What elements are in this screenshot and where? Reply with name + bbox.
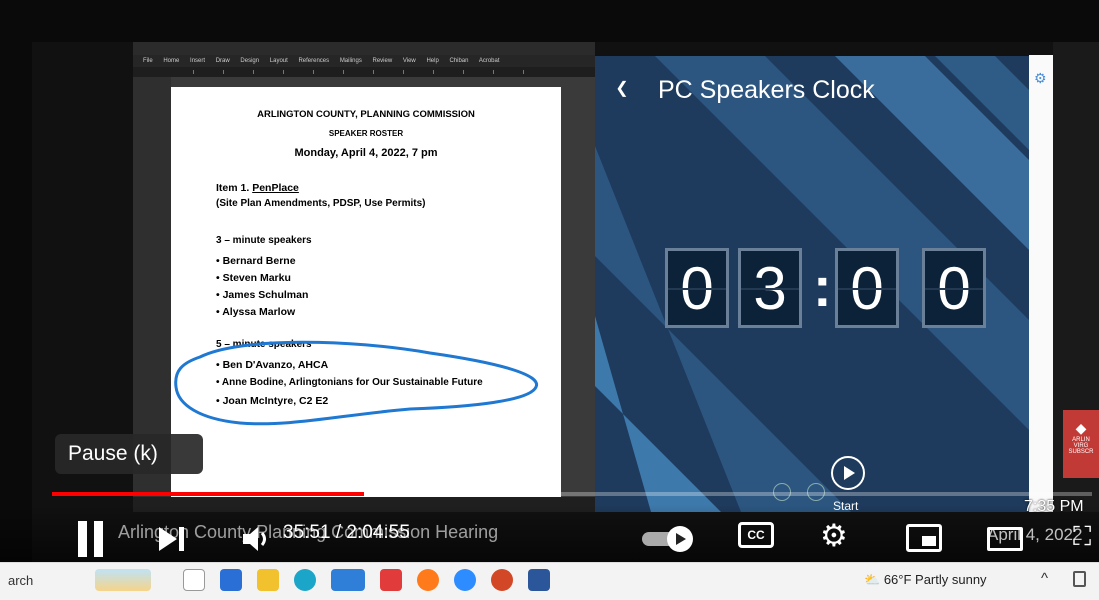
word-icon[interactable] <box>528 569 550 591</box>
video-player[interactable]: File Home Insert Draw Design Layout Refe… <box>0 0 1099 562</box>
doc-item-title: Item 1. <box>216 182 250 194</box>
back-arrow-icon[interactable]: ❮ <box>613 80 631 98</box>
doc-roster-heading: SPEAKER ROSTER <box>328 129 404 138</box>
ribbon-tab: Review <box>372 58 393 64</box>
widgets-icon[interactable] <box>220 569 242 591</box>
volume-button[interactable] <box>240 521 274 557</box>
speaker-item: Steven Marku <box>216 272 291 284</box>
timer-digit: 0 <box>922 248 986 328</box>
weather-text: 66°F Partly sunny <box>883 572 987 587</box>
doc-date: Monday, April 4, 2022, 7 pm <box>294 147 438 159</box>
doc-three-min-heading: 3 – minute speakers <box>216 235 312 246</box>
mail-icon[interactable] <box>331 569 365 591</box>
speaker-item: James Schulman <box>216 289 309 301</box>
timer-colon: : <box>813 255 832 318</box>
settings-gear-icon[interactable]: ⚙ <box>820 518 848 554</box>
autoplay-toggle[interactable] <box>640 524 698 554</box>
word-ruler <box>133 67 595 77</box>
doc-item-name: PenPlace <box>252 182 299 194</box>
speaker-item: Bernard Berne <box>216 255 296 267</box>
speakers-clock-app: ❮ PC Speakers Clock 0 3 : 0 0 Start <box>595 42 1055 512</box>
timer-digit: 0 <box>665 248 729 328</box>
blue-annotation-circle <box>174 340 538 426</box>
ribbon-tab: View <box>402 58 416 64</box>
clock-gear-icon[interactable]: ⚙ <box>1034 70 1047 87</box>
ribbon-tab: Layout <box>269 58 288 64</box>
theater-mode-button[interactable] <box>987 527 1023 551</box>
arlington-channel-logo: ◆ ARLIN VIRG SUBSCR <box>1063 410 1099 478</box>
next-button[interactable] <box>155 521 189 557</box>
start-play-icon[interactable] <box>831 456 865 490</box>
zoom-icon[interactable] <box>454 569 476 591</box>
video-left-letterbox <box>0 42 32 562</box>
ribbon-tab: Acrobat <box>478 58 500 64</box>
clock-app-title: PC Speakers Clock <box>658 76 875 104</box>
time-display: 35:51 / 2:04:55 <box>283 522 410 543</box>
captions-button[interactable]: CC <box>738 522 774 548</box>
show-hidden-icons-chevron[interactable]: ^ <box>1041 570 1048 587</box>
document-page: ARLINGTON COUNTY, PLANNING COMMISSION SP… <box>171 87 561 497</box>
weather-widget[interactable]: ⛅ 66°F Partly sunny <box>864 572 987 588</box>
timer-digit: 0 <box>835 248 899 328</box>
file-explorer-icon[interactable] <box>257 569 279 591</box>
speaker-item: Alyssa Marlow <box>216 306 295 318</box>
clock-settings-strip <box>1029 55 1053 512</box>
taskbar-search-text[interactable]: arch <box>8 573 33 588</box>
pause-tooltip: Pause (k) <box>55 434 203 474</box>
edge-icon[interactable] <box>294 569 316 591</box>
ribbon-tab: Insert <box>190 58 206 64</box>
next-icon <box>159 527 184 551</box>
ribbon-tab: References <box>298 58 330 64</box>
fullscreen-icon[interactable]: ⛶ <box>1073 521 1091 553</box>
ribbon-tab: File <box>143 58 153 64</box>
doc-item-sub: (Site Plan Amendments, PDSP, Use Permits… <box>216 198 426 209</box>
ribbon-tab: Chiban <box>449 58 469 64</box>
ribbon-tab: Home <box>163 58 180 64</box>
sun-cloud-icon: ⛅ <box>864 572 881 587</box>
clock-title-bar <box>595 42 1055 56</box>
ribbon-tab: Draw <box>215 58 230 64</box>
ribbon-tab: Design <box>240 58 260 64</box>
tray-device-icon[interactable] <box>1073 571 1086 587</box>
powerpoint-icon[interactable] <box>491 569 513 591</box>
pause-button[interactable] <box>78 521 108 557</box>
video-top-letterbox <box>0 0 1099 42</box>
word-ribbon: File Home Insert Draw Design Layout Refe… <box>133 55 595 67</box>
task-view-icon[interactable] <box>183 569 205 591</box>
doc-org-heading: ARLINGTON COUNTY, PLANNING COMMISSION <box>257 109 475 120</box>
search-highlight-icon[interactable] <box>95 569 151 591</box>
word-title-bar <box>133 42 595 55</box>
progress-played[interactable] <box>52 492 364 496</box>
clock-time-overlay: 7:35 PM <box>1024 498 1084 515</box>
ribbon-tab: Mailings <box>339 58 362 64</box>
mcafee-icon[interactable] <box>380 569 402 591</box>
doc-item-line: Item 1. PenPlace <box>216 182 299 194</box>
volume-icon <box>243 527 266 551</box>
miniplayer-button[interactable] <box>906 524 942 552</box>
firefox-icon[interactable] <box>417 569 439 591</box>
ribbon-tab: Help <box>426 58 439 64</box>
timer-digit: 3 <box>738 248 802 328</box>
